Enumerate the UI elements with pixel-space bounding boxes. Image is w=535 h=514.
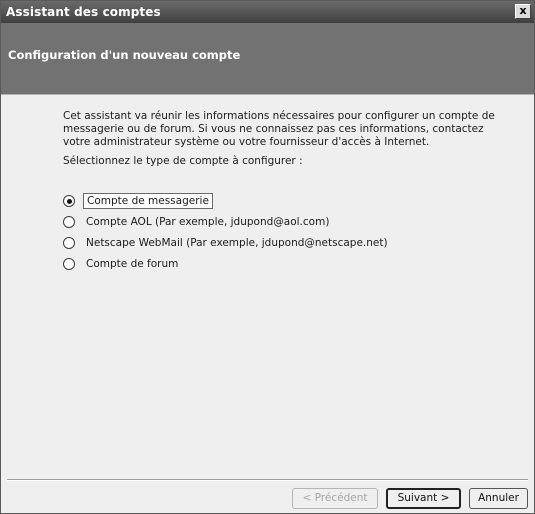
radio-button-checked[interactable] [63, 195, 75, 207]
radio-option-mail-account[interactable]: Compte de messagerie [63, 192, 213, 210]
page-title: Configuration d'un nouveau compte [8, 48, 241, 62]
title-bar[interactable]: Assistant des comptes x [1, 1, 534, 23]
radio-button[interactable] [63, 216, 75, 228]
wizard-header: Configuration d'un nouveau compte [1, 23, 534, 95]
next-button[interactable]: Suivant > [386, 488, 461, 509]
radio-option-netscape-webmail[interactable]: Netscape WebMail (Par exemple, jdupond@n… [63, 234, 391, 252]
radio-label[interactable]: Netscape WebMail (Par exemple, jdupond@n… [83, 236, 391, 250]
close-button[interactable]: x [515, 4, 531, 19]
intro-text: Cet assistant va réunir les informations… [63, 110, 495, 148]
account-wizard-window: Assistant des comptes x Configuration d'… [0, 0, 535, 514]
account-type-prompt: Sélectionnez le type de compte à configu… [63, 155, 303, 167]
footer-divider [7, 479, 528, 481]
radio-label[interactable]: Compte de messagerie [83, 193, 213, 209]
radio-option-news-account[interactable]: Compte de forum [63, 255, 181, 273]
radio-option-aol-account[interactable]: Compte AOL (Par exemple, jdupond@aol.com… [63, 213, 332, 231]
radio-button[interactable] [63, 237, 75, 249]
back-button[interactable]: < Précédent [292, 488, 378, 509]
radio-label[interactable]: Compte AOL (Par exemple, jdupond@aol.com… [83, 215, 332, 229]
radio-button[interactable] [63, 258, 75, 270]
radio-label[interactable]: Compte de forum [83, 257, 181, 271]
cancel-button[interactable]: Annuler [469, 488, 528, 509]
window-title: Assistant des comptes [6, 5, 161, 19]
